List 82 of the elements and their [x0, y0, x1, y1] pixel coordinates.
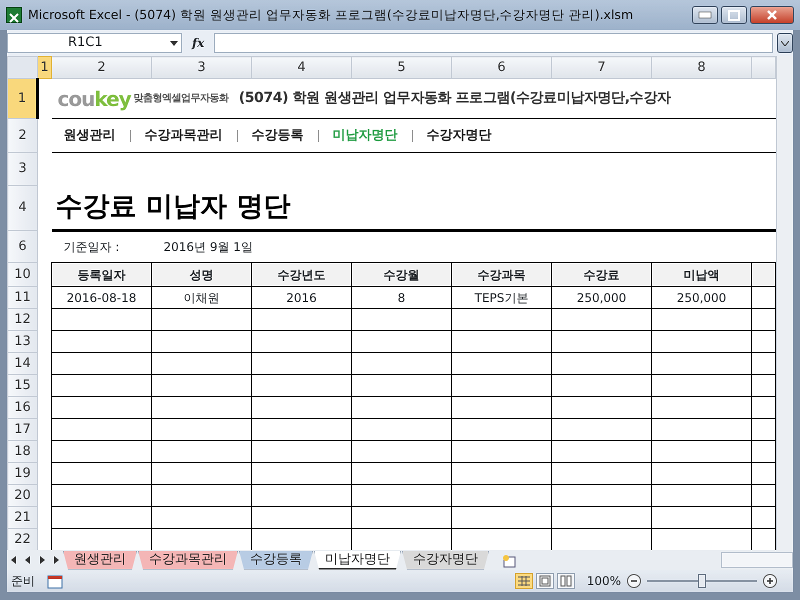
column-header[interactable]: 6 — [452, 56, 552, 78]
sheet-tab[interactable]: 수강과목관리 — [138, 550, 238, 570]
date-value: 2016년 9월 1일 — [164, 239, 253, 256]
row-header[interactable]: 1 — [8, 78, 38, 118]
grid-icon — [516, 575, 531, 587]
horizontal-scrollbar[interactable] — [721, 552, 793, 568]
zoom-slider-thumb[interactable] — [698, 574, 706, 588]
table-cell: 8 — [352, 286, 452, 308]
zoom-level[interactable]: 100% — [586, 572, 621, 590]
table-header: 수강월 — [352, 262, 452, 286]
maximize-button[interactable] — [721, 6, 747, 24]
row-header[interactable]: 22 — [8, 528, 38, 550]
window-title: Microsoft Excel - (5074) 학원 원생관리 업무자동화 프로그램(수강료미납자명단,수강자명단 관리).xlsm — [28, 6, 634, 24]
column-header[interactable]: 5 — [352, 56, 452, 78]
row-header[interactable]: 14 — [8, 352, 38, 374]
nav-link[interactable]: 수강자명단 — [426, 126, 492, 146]
table-cell: 250,000 — [552, 286, 652, 308]
formula-input-field[interactable] — [214, 33, 773, 53]
table-cell: TEPS기본 — [452, 286, 552, 308]
table-header: 수강료 — [552, 262, 652, 286]
chevron-down-icon — [781, 40, 789, 46]
row-header[interactable]: 6 — [8, 230, 38, 262]
row-header[interactable]: 20 — [8, 484, 38, 506]
logo-tagline: 맞춤형엑셀업무자동화 — [134, 92, 229, 106]
expand-formula-bar-button[interactable] — [777, 33, 793, 53]
close-icon — [764, 8, 780, 22]
table-cell: 2016 — [252, 286, 352, 308]
sheet-tab[interactable]: 미납자명단 — [314, 550, 401, 570]
page-icon — [538, 575, 552, 587]
table-cell: 이채원 — [152, 286, 252, 308]
row-header[interactable]: 11 — [8, 286, 38, 308]
page-layout-button[interactable] — [536, 573, 554, 589]
table-header: 성명 — [152, 262, 252, 286]
close-button[interactable] — [750, 6, 794, 24]
row-header[interactable]: 12 — [8, 308, 38, 330]
row-header[interactable]: 13 — [8, 330, 38, 352]
column-header[interactable]: 1 — [38, 56, 52, 78]
program-title: (5074) 학원 원생관리 업무자동화 프로그램(수강료미납자명단,수강자 — [238, 89, 670, 108]
row-header[interactable]: 10 — [8, 262, 38, 286]
name-box[interactable]: R1C1 — [7, 33, 182, 53]
zoom-in-button[interactable] — [763, 574, 777, 588]
nav-link[interactable]: 원생관리 — [64, 126, 116, 146]
row-header[interactable]: 4 — [8, 186, 38, 230]
page-title: 수강료 미납자 명단 — [54, 190, 292, 224]
logo: coukey — [58, 86, 131, 112]
zoom-out-button[interactable] — [627, 574, 641, 588]
row-header[interactable]: 2 — [8, 118, 38, 152]
table-header: 미납액 — [652, 262, 752, 286]
table-header: 수강과목 — [452, 262, 552, 286]
insert-function-button[interactable]: fx — [186, 34, 210, 52]
table-header: 등록일자 — [52, 262, 152, 286]
dropdown-caret-icon[interactable] — [170, 40, 178, 46]
date-label: 기준일자 : — [64, 239, 120, 256]
column-header[interactable]: 3 — [152, 56, 252, 78]
row-header[interactable]: 17 — [8, 418, 38, 440]
sheet-tab[interactable]: 수강자명단 — [402, 550, 489, 570]
table-header: 수강년도 — [252, 262, 352, 286]
row-header[interactable]: 3 — [8, 152, 38, 186]
table-cell: 2016-08-18 — [52, 286, 152, 308]
column-header[interactable]: 2 — [52, 56, 152, 78]
columns-icon — [558, 575, 573, 587]
row-header[interactable]: 18 — [8, 440, 38, 462]
page-break-preview-button[interactable] — [556, 573, 575, 589]
nav-link[interactable]: 수강과목관리 — [144, 126, 222, 146]
column-header[interactable]: 8 — [652, 56, 752, 78]
column-header[interactable]: 4 — [252, 56, 352, 78]
table-cell: 250,000 — [652, 286, 752, 308]
maximize-icon — [726, 8, 742, 22]
sheet-tab[interactable]: 수강등록 — [239, 550, 313, 570]
nav-link[interactable]: 수강등록 — [252, 126, 304, 146]
sheet-tab[interactable]: 원생관리 — [63, 550, 137, 570]
vertical-scrollbar[interactable] — [776, 56, 793, 550]
row-header[interactable]: 19 — [8, 462, 38, 484]
plus-icon — [766, 577, 774, 586]
row-header[interactable]: 21 — [8, 506, 38, 528]
row-header[interactable]: 15 — [8, 374, 38, 396]
normal-view-button[interactable] — [514, 573, 533, 589]
column-header[interactable]: 7 — [552, 56, 652, 78]
minimize-button[interactable] — [692, 6, 718, 24]
row-header[interactable]: 16 — [8, 396, 38, 418]
excel-app-icon — [6, 7, 22, 23]
status-mode: 준비 — [11, 573, 35, 590]
